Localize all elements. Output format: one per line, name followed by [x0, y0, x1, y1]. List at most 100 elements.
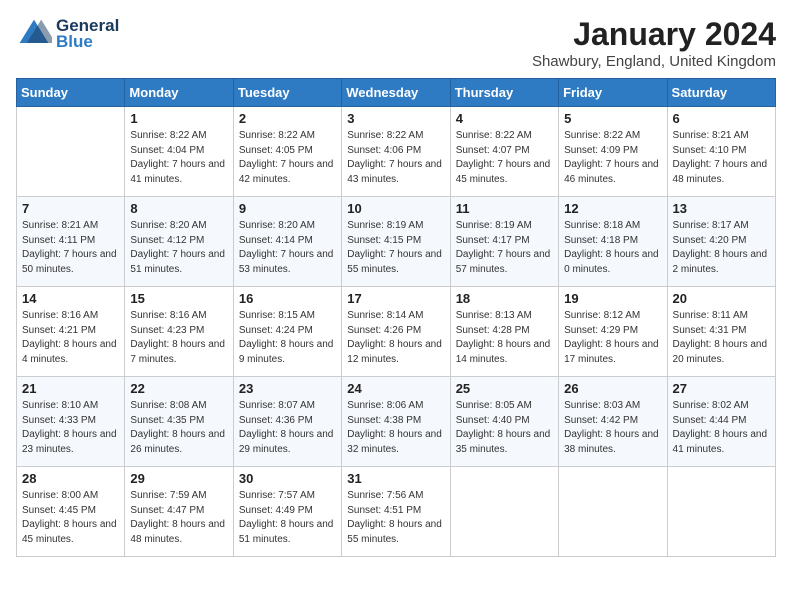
day-number: 14	[22, 291, 119, 306]
day-number: 12	[564, 201, 661, 216]
day-number: 11	[456, 201, 553, 216]
day-number: 13	[673, 201, 770, 216]
calendar-cell: 3 Sunrise: 8:22 AMSunset: 4:06 PMDaylight…	[342, 107, 450, 197]
day-info: Sunrise: 8:18 AMSunset: 4:18 PMDaylight:…	[564, 219, 661, 277]
calendar-cell: 27 Sunrise: 8:02 AMSunset: 4:44 PMDayligh…	[667, 377, 775, 467]
day-info: Sunrise: 8:02 AMSunset: 4:44 PMDaylight:…	[673, 399, 770, 457]
calendar-cell: 21 Sunrise: 8:10 AMSunset: 4:33 PMDayligh…	[17, 377, 125, 467]
calendar-cell	[559, 467, 667, 557]
week-row-4: 28Sunrise: 8:00 AMSunset: 4:45 PMDayligh…	[17, 467, 776, 557]
page-header: General Blue January 2024 Shawbury, Engl…	[16, 16, 776, 70]
header-wednesday: Wednesday	[342, 79, 450, 107]
day-number: 3	[347, 111, 444, 126]
day-info: Sunrise: 8:16 AMSunset: 4:21 PMDaylight:…	[22, 309, 119, 367]
day-info: Sunrise: 8:11 AMSunset: 4:31 PMDaylight:…	[673, 309, 770, 367]
calendar-cell: 8Sunrise: 8:20 AMSunset: 4:12 PMDaylight…	[125, 197, 233, 287]
calendar-cell: 1Sunrise: 8:22 AMSunset: 4:04 PMDaylight…	[125, 107, 233, 197]
day-info: Sunrise: 8:00 AMSunset: 4:45 PMDaylight:…	[22, 489, 119, 547]
day-number: 10	[347, 201, 444, 216]
calendar-cell: 12 Sunrise: 8:18 AMSunset: 4:18 PMDayligh…	[559, 197, 667, 287]
day-number: 26	[564, 381, 661, 396]
day-info: Sunrise: 8:19 AMSunset: 4:17 PMDaylight:…	[456, 219, 553, 277]
day-number: 5	[564, 111, 661, 126]
header-saturday: Saturday	[667, 79, 775, 107]
header-thursday: Thursday	[450, 79, 558, 107]
day-number: 22	[130, 381, 227, 396]
header-friday: Friday	[559, 79, 667, 107]
calendar-title: January 2024	[532, 16, 776, 53]
calendar-cell: 26 Sunrise: 8:03 AMSunset: 4:42 PMDayligh…	[559, 377, 667, 467]
day-number: 19	[564, 291, 661, 306]
calendar-cell: 2Sunrise: 8:22 AMSunset: 4:05 PMDaylight…	[233, 107, 341, 197]
calendar-cell: 18 Sunrise: 8:13 AMSunset: 4:28 PMDayligh…	[450, 287, 558, 377]
calendar-cell: 22 Sunrise: 8:08 AMSunset: 4:35 PMDayligh…	[125, 377, 233, 467]
day-number: 30	[239, 471, 336, 486]
day-number: 24	[347, 381, 444, 396]
day-info: Sunrise: 8:14 AMSunset: 4:26 PMDaylight:…	[347, 309, 444, 367]
calendar-cell	[667, 467, 775, 557]
day-number: 25	[456, 381, 553, 396]
calendar-cell: 5 Sunrise: 8:22 AMSunset: 4:09 PMDaylight…	[559, 107, 667, 197]
day-info: Sunrise: 8:13 AMSunset: 4:28 PMDaylight:…	[456, 309, 553, 367]
day-info: Sunrise: 8:10 AMSunset: 4:33 PMDaylight:…	[22, 399, 119, 457]
calendar-header-row: SundayMondayTuesdayWednesdayThursdayFrid…	[17, 79, 776, 107]
day-number: 31	[347, 471, 444, 486]
calendar-cell: 29 Sunrise: 7:59 AMSunset: 4:47 PMDayligh…	[125, 467, 233, 557]
day-number: 6	[673, 111, 770, 126]
logo-text: General Blue	[56, 17, 119, 51]
day-info: Sunrise: 8:05 AMSunset: 4:40 PMDaylight:…	[456, 399, 553, 457]
day-number: 4	[456, 111, 553, 126]
day-info: Sunrise: 8:22 AMSunset: 4:09 PMDaylight:…	[564, 129, 661, 187]
day-info: Sunrise: 8:19 AMSunset: 4:15 PMDaylight:…	[347, 219, 444, 277]
calendar-cell: 19 Sunrise: 8:12 AMSunset: 4:29 PMDayligh…	[559, 287, 667, 377]
day-number: 20	[673, 291, 770, 306]
calendar-cell: 9Sunrise: 8:20 AMSunset: 4:14 PMDaylight…	[233, 197, 341, 287]
day-info: Sunrise: 8:15 AMSunset: 4:24 PMDaylight:…	[239, 309, 336, 367]
calendar-cell: 14 Sunrise: 8:16 AMSunset: 4:21 PMDayligh…	[17, 287, 125, 377]
calendar-cell: 4Sunrise: 8:22 AMSunset: 4:07 PMDaylight…	[450, 107, 558, 197]
day-number: 2	[239, 111, 336, 126]
day-info: Sunrise: 8:22 AMSunset: 4:06 PMDaylight:…	[347, 129, 444, 187]
day-info: Sunrise: 8:03 AMSunset: 4:42 PMDaylight:…	[564, 399, 661, 457]
day-number: 21	[22, 381, 119, 396]
calendar-cell: 28Sunrise: 8:00 AMSunset: 4:45 PMDayligh…	[17, 467, 125, 557]
calendar-cell: 16 Sunrise: 8:15 AMSunset: 4:24 PMDayligh…	[233, 287, 341, 377]
day-info: Sunrise: 8:08 AMSunset: 4:35 PMDaylight:…	[130, 399, 227, 457]
day-info: Sunrise: 7:59 AMSunset: 4:47 PMDaylight:…	[130, 489, 227, 547]
calendar-cell: 13 Sunrise: 8:17 AMSunset: 4:20 PMDayligh…	[667, 197, 775, 287]
calendar-cell: 11 Sunrise: 8:19 AMSunset: 4:17 PMDayligh…	[450, 197, 558, 287]
calendar-cell: 23 Sunrise: 8:07 AMSunset: 4:36 PMDayligh…	[233, 377, 341, 467]
day-number: 17	[347, 291, 444, 306]
day-number: 23	[239, 381, 336, 396]
day-number: 29	[130, 471, 227, 486]
day-number: 8	[130, 201, 227, 216]
calendar-subtitle: Shawbury, England, United Kingdom	[532, 53, 776, 70]
calendar-cell: 10 Sunrise: 8:19 AMSunset: 4:15 PMDayligh…	[342, 197, 450, 287]
day-number: 27	[673, 381, 770, 396]
calendar-table: SundayMondayTuesdayWednesdayThursdayFrid…	[16, 78, 776, 557]
day-info: Sunrise: 8:17 AMSunset: 4:20 PMDaylight:…	[673, 219, 770, 277]
calendar-cell: 31Sunrise: 7:56 AMSunset: 4:51 PMDayligh…	[342, 467, 450, 557]
day-info: Sunrise: 8:16 AMSunset: 4:23 PMDaylight:…	[130, 309, 227, 367]
day-number: 15	[130, 291, 227, 306]
header-sunday: Sunday	[17, 79, 125, 107]
calendar-cell: 24 Sunrise: 8:06 AMSunset: 4:38 PMDayligh…	[342, 377, 450, 467]
day-info: Sunrise: 8:21 AMSunset: 4:11 PMDaylight:…	[22, 219, 119, 277]
day-number: 16	[239, 291, 336, 306]
day-number: 18	[456, 291, 553, 306]
day-number: 1	[130, 111, 227, 126]
day-info: Sunrise: 7:57 AMSunset: 4:49 PMDaylight:…	[239, 489, 336, 547]
day-info: Sunrise: 8:12 AMSunset: 4:29 PMDaylight:…	[564, 309, 661, 367]
day-info: Sunrise: 8:07 AMSunset: 4:36 PMDaylight:…	[239, 399, 336, 457]
week-row-3: 21 Sunrise: 8:10 AMSunset: 4:33 PMDayligh…	[17, 377, 776, 467]
calendar-cell: 15 Sunrise: 8:16 AMSunset: 4:23 PMDayligh…	[125, 287, 233, 377]
calendar-cell	[17, 107, 125, 197]
day-info: Sunrise: 8:21 AMSunset: 4:10 PMDaylight:…	[673, 129, 770, 187]
calendar-cell: 7 Sunrise: 8:21 AMSunset: 4:11 PMDaylight…	[17, 197, 125, 287]
calendar-cell: 20 Sunrise: 8:11 AMSunset: 4:31 PMDayligh…	[667, 287, 775, 377]
day-number: 7	[22, 201, 119, 216]
day-number: 9	[239, 201, 336, 216]
calendar-cell: 17 Sunrise: 8:14 AMSunset: 4:26 PMDayligh…	[342, 287, 450, 377]
day-info: Sunrise: 8:06 AMSunset: 4:38 PMDaylight:…	[347, 399, 444, 457]
calendar-cell: 6 Sunrise: 8:21 AMSunset: 4:10 PMDaylight…	[667, 107, 775, 197]
